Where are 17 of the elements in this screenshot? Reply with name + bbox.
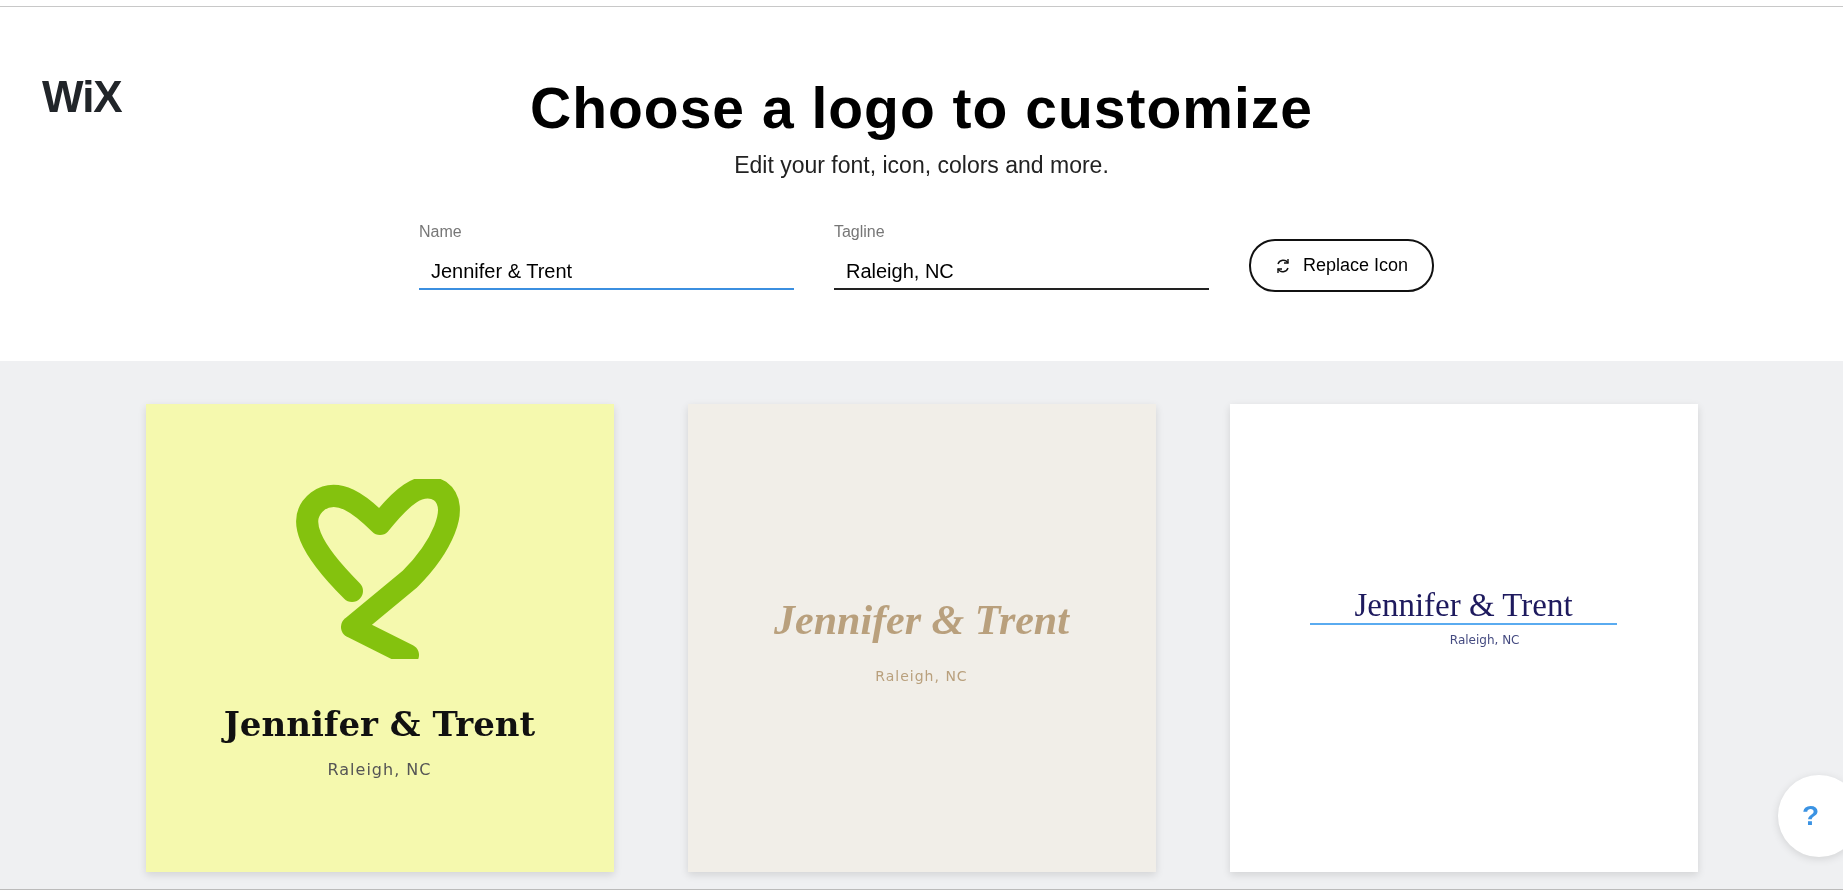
logo-tagline: Raleigh, NC bbox=[1449, 632, 1520, 650]
logo-tagline: Raleigh, NC bbox=[327, 759, 432, 781]
field-label: Name bbox=[418, 222, 462, 243]
input-field[interactable]: Jennifer & Trent bbox=[418, 256, 794, 291]
logo-card[interactable]: Jennifer & Trent Raleigh, NC bbox=[1229, 404, 1698, 872]
logo-name: Jennifer & Trent bbox=[223, 703, 536, 746]
page-title: Choose a logo to customize bbox=[530, 77, 1313, 140]
input-field[interactable]: Raleigh, NC bbox=[833, 256, 1209, 291]
page-subtitle: Edit your font, icon, colors and more. bbox=[733, 150, 1110, 180]
field-label: Tagline bbox=[833, 222, 885, 243]
logo-name: Jennifer & Trent bbox=[774, 596, 1069, 645]
logo-card[interactable]: Jennifer & Trent Raleigh, NC bbox=[145, 404, 614, 872]
brand-logo[interactable]: WiX bbox=[42, 75, 122, 119]
refresh-icon bbox=[1274, 256, 1291, 275]
logo-name: Jennifer & Trent bbox=[1310, 586, 1617, 626]
logo-tagline: Raleigh, NC bbox=[875, 667, 968, 686]
replace-icon-button[interactable]: Replace Icon bbox=[1248, 239, 1435, 293]
